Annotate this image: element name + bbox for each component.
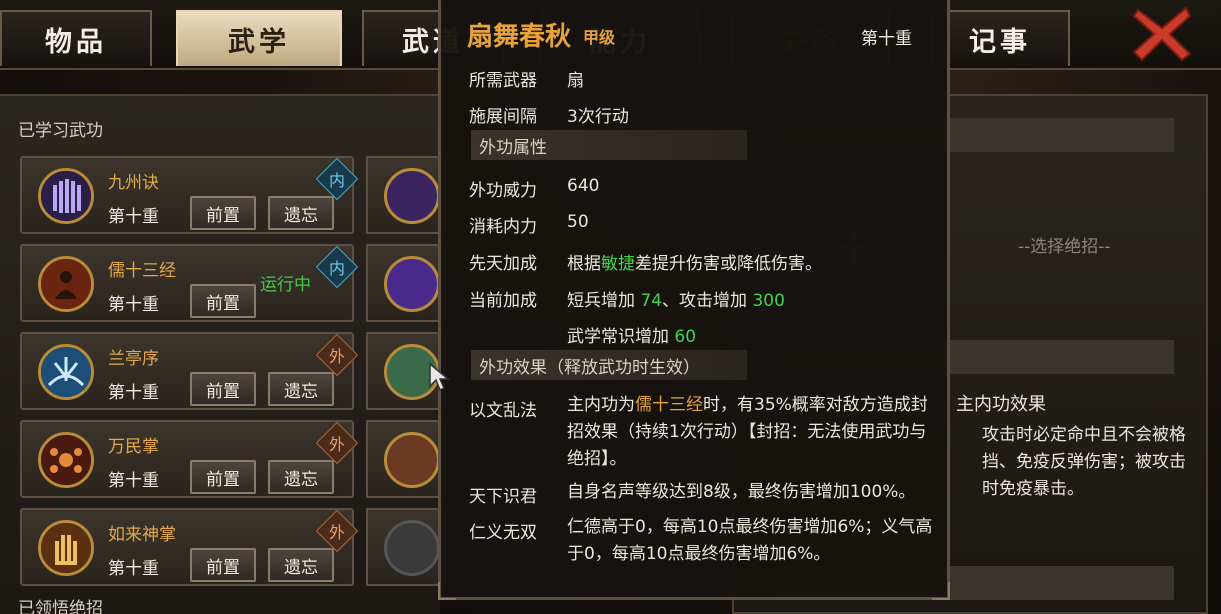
- internal-badge: 内: [315, 157, 359, 201]
- cost-label: 消耗内力: [469, 217, 537, 237]
- main-internal-effect-title: 主内功效果: [956, 394, 1046, 415]
- martial-arts-screen: 物品 武学 武道 能力 关系 记事 已学习武功 九州诀 第十重 前置 遗忘 内: [0, 0, 1221, 614]
- skill-card-partial[interactable]: [366, 244, 446, 322]
- skill-icon: [384, 168, 440, 224]
- skill-icon: [38, 432, 94, 488]
- skill-tooltip: 扇舞春秋 甲级 第十重 所需武器 扇 施展间隔 3次行动 外功属性 外功威力 6…: [438, 0, 950, 600]
- skill-icon: [38, 256, 94, 312]
- learned-skills-title: 已学习武功: [18, 121, 103, 141]
- power-value: 640: [567, 176, 600, 196]
- effect-section-header: 外功效果（释放武功时生效）: [471, 350, 747, 380]
- running-status: 运行中: [260, 275, 311, 295]
- effect1-label: 以文乱法: [469, 401, 537, 421]
- empty-skill-slot[interactable]: [366, 508, 446, 586]
- corner-ornament: [438, 582, 456, 600]
- current-bonus-line1: 短兵增加 74、攻击增加 300: [567, 291, 785, 311]
- close-icon[interactable]: [1132, 6, 1192, 62]
- main-internal-effect-text: 攻击时必定命中且不会被格挡、免疫反弹伤害；被攻击时免疫暴击。: [982, 425, 1186, 499]
- power-label: 外功威力: [469, 181, 537, 201]
- innate-label: 先天加成: [469, 254, 537, 274]
- attribute-section-header: 外功属性: [471, 130, 747, 160]
- innate-value: 根据敏捷差提升伤害或降低伤害。: [567, 254, 822, 274]
- weapon-value: 扇: [567, 71, 584, 91]
- skill-card[interactable]: 兰亭序 第十重 前置 遗忘 外: [20, 332, 359, 410]
- tooltip-skill-name: 扇舞春秋: [467, 22, 572, 52]
- forget-button[interactable]: 遗忘: [268, 372, 334, 406]
- skill-level: 第十重: [108, 207, 159, 227]
- skill-level: 第十重: [108, 559, 159, 579]
- interval-label: 施展间隔: [469, 107, 537, 127]
- prerequisite-button[interactable]: 前置: [190, 284, 256, 318]
- skill-icon: [384, 256, 440, 312]
- skill-card-partial[interactable]: [366, 420, 446, 498]
- skill-name: 兰亭序: [108, 349, 159, 369]
- external-badge: 外: [315, 421, 359, 465]
- skill-icon: [38, 520, 94, 576]
- skill-card[interactable]: 儒十三经 第十重 前置 运行中 内: [20, 244, 359, 322]
- mouse-cursor-icon: [429, 362, 450, 392]
- learned-skills-panel: 已学习武功 九州诀 第十重 前置 遗忘 内 儒十三经 第十重 前置 运行中 内: [0, 94, 446, 614]
- tab-martial-arts[interactable]: 武学: [176, 10, 342, 66]
- tooltip-skill-grade: 甲级: [583, 28, 616, 47]
- skill-card[interactable]: 九州诀 第十重 前置 遗忘 内: [20, 156, 359, 234]
- skill-level: 第十重: [108, 295, 159, 315]
- skill-name: 如来神掌: [108, 525, 176, 545]
- select-ultimate-placeholder[interactable]: --选择绝招--: [1018, 232, 1111, 257]
- prerequisite-button[interactable]: 前置: [190, 460, 256, 494]
- tab-items[interactable]: 物品: [0, 10, 152, 66]
- skill-name: 九州诀: [108, 173, 159, 193]
- interval-value: 3次行动: [567, 107, 629, 127]
- skill-card-partial[interactable]: [366, 156, 446, 234]
- skill-icon: [384, 432, 440, 488]
- prerequisite-button[interactable]: 前置: [190, 196, 256, 230]
- skill-icon: [38, 168, 94, 224]
- empty-slot-icon: [384, 520, 440, 576]
- current-bonus-line2: 武学常识增加 60: [567, 327, 697, 347]
- external-badge: 外: [315, 333, 359, 377]
- skill-name: 儒十三经: [108, 261, 176, 281]
- cost-value: 50: [567, 212, 589, 232]
- internal-badge: 内: [315, 245, 359, 289]
- skill-level: 第十重: [108, 471, 159, 491]
- forget-button[interactable]: 遗忘: [268, 196, 334, 230]
- skill-card[interactable]: 万民掌 第十重 前置 遗忘 外: [20, 420, 359, 498]
- corner-ornament: [932, 582, 950, 600]
- effect1-text: 主内功为儒十三经时，有35%概率对敌方造成封招效果（持续1次行动）【封招：无法使…: [567, 395, 928, 469]
- external-badge: 外: [315, 509, 359, 553]
- tab-journal[interactable]: 记事: [930, 10, 1070, 66]
- weapon-label: 所需武器: [469, 71, 537, 91]
- skill-level: 第十重: [108, 383, 159, 403]
- skill-icon: [38, 344, 94, 400]
- skill-name: 万民掌: [108, 437, 159, 457]
- effect2-text: 自身名声等级达到8级，最终伤害增加100%。: [567, 482, 916, 502]
- current-bonus-label: 当前加成: [469, 291, 537, 311]
- enlightened-skills-title: 已领悟绝招: [18, 599, 103, 614]
- prerequisite-button[interactable]: 前置: [190, 372, 256, 406]
- tooltip-skill-level: 第十重: [861, 29, 912, 49]
- forget-button[interactable]: 遗忘: [268, 548, 334, 582]
- prerequisite-button[interactable]: 前置: [190, 548, 256, 582]
- forget-button[interactable]: 遗忘: [268, 460, 334, 494]
- effect2-label: 天下识君: [469, 487, 537, 507]
- effect3-text: 仁德高于0，每高10点最终伤害增加6%；义气高于0，每高10点最终伤害增加6%。: [567, 517, 933, 564]
- effect3-label: 仁义无双: [469, 523, 537, 543]
- skill-card[interactable]: 如来神掌 第十重 前置 遗忘 外: [20, 508, 359, 586]
